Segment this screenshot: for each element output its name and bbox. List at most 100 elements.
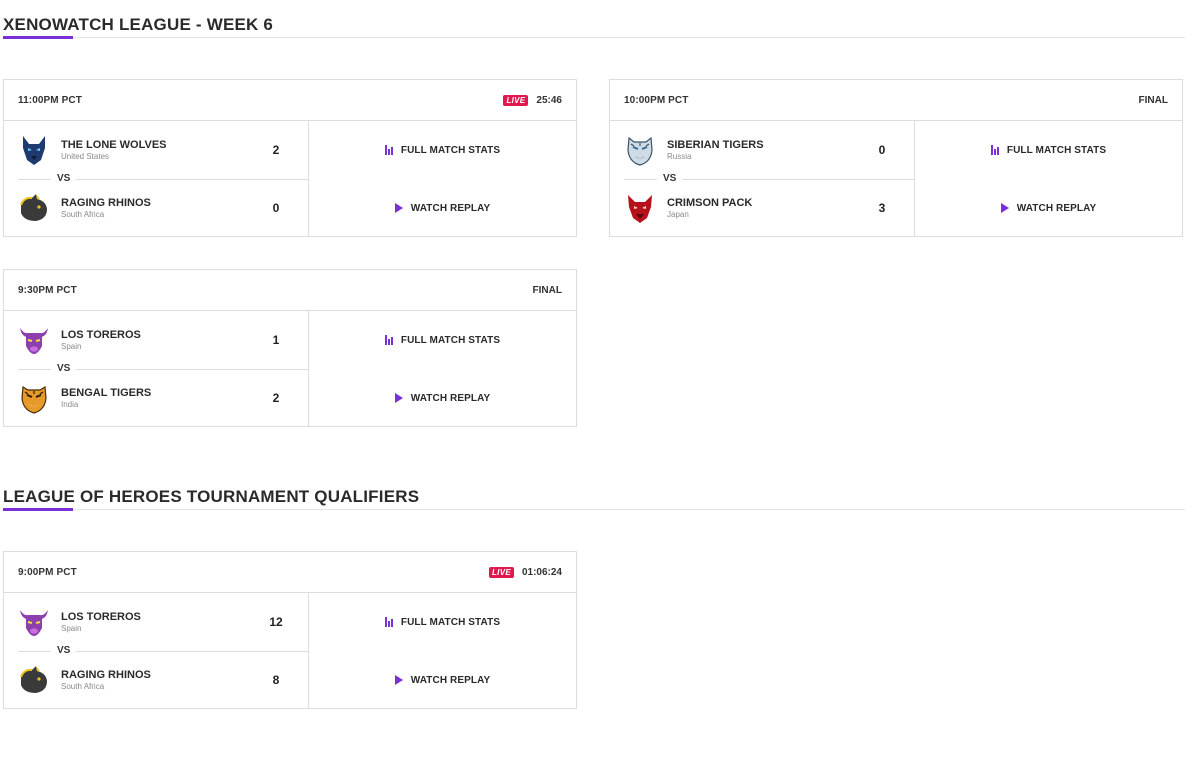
- match-status: LIVE 25:46: [503, 94, 562, 106]
- team-score: 1: [272, 333, 280, 347]
- team-country: Spain: [61, 341, 82, 351]
- match-card: 11:00PM PCT LIVE 25:46 THE LONE WOLVES U…: [3, 79, 577, 237]
- team-name: RAGING RHINOS: [61, 668, 151, 681]
- match-card: 10:00PM PCT FINAL SIBERIAN TIGERS Russia…: [609, 79, 1183, 237]
- match-status: FINAL: [1139, 95, 1168, 106]
- section-title: XENOWATCH LEAGUE - WEEK 6: [3, 15, 274, 34]
- team-country: Spain: [61, 623, 82, 633]
- match-actions: FULL MATCH STATS WATCH REPLAY: [309, 593, 576, 709]
- bar-chart-icon: [384, 617, 393, 627]
- team-name: BENGAL TIGERS: [61, 386, 152, 399]
- section-title: LEAGUE OF HEROES TOURNAMENT QUALIFIERS: [3, 487, 420, 506]
- bull-icon: [18, 606, 50, 638]
- full-match-stats-label: FULL MATCH STATS: [400, 144, 501, 156]
- team-row[interactable]: RAGING RHINOS South Africa 8: [4, 651, 308, 709]
- team-row[interactable]: THE LONE WOLVES United States 2: [4, 121, 308, 179]
- play-icon: [394, 675, 403, 685]
- team-country: South Africa: [61, 681, 105, 691]
- match-status: LIVE 01:06:24: [488, 566, 562, 578]
- play-icon: [394, 393, 403, 403]
- team-name: CRIMSON PACK: [667, 196, 753, 209]
- section-divider: [3, 36, 1185, 39]
- team-row[interactable]: LOS TOREROS Spain 1: [4, 311, 308, 369]
- team-name: LOS TOREROS: [61, 610, 141, 623]
- wolf-icon: [18, 134, 50, 166]
- teams-panel: LOS TOREROS Spain 12 VS RAGING RHINOS So…: [4, 593, 309, 709]
- match-time: 9:30PM PCT: [18, 284, 77, 296]
- match-status-text: FINAL: [532, 284, 562, 296]
- bar-chart-icon: [990, 145, 999, 155]
- match-actions: FULL MATCH STATS WATCH REPLAY: [915, 121, 1182, 237]
- team-country: Russia: [667, 151, 692, 161]
- watch-replay-label: WATCH REPLAY: [410, 674, 491, 686]
- team-name: RAGING RHINOS: [61, 196, 151, 209]
- team-score: 2: [272, 143, 280, 157]
- full-match-stats-button[interactable]: FULL MATCH STATS: [309, 311, 576, 369]
- tiger-icon: [18, 382, 50, 414]
- team-name: THE LONE WOLVES: [61, 138, 167, 151]
- teams-panel: THE LONE WOLVES United States 2 VS RAGIN…: [4, 121, 309, 237]
- teams-panel: LOS TOREROS Spain 1 VS BENGAL TIGERS Ind…: [4, 311, 309, 427]
- watch-replay-button[interactable]: WATCH REPLAY: [309, 651, 576, 709]
- red-wolf-icon: [624, 192, 656, 224]
- match-card: 9:00PM PCT LIVE 01:06:24 LOS TOREROS Spa…: [3, 551, 577, 709]
- match-time: 11:00PM PCT: [18, 94, 82, 106]
- full-match-stats-label: FULL MATCH STATS: [400, 616, 501, 628]
- team-country: Japan: [667, 209, 689, 219]
- team-score: 0: [272, 201, 280, 215]
- full-match-stats-button[interactable]: FULL MATCH STATS: [309, 593, 576, 651]
- live-badge: LIVE: [503, 94, 529, 106]
- team-score: 12: [269, 615, 283, 629]
- match-time: 9:00PM PCT: [18, 566, 77, 578]
- bar-chart-icon: [384, 145, 393, 155]
- team-row[interactable]: RAGING RHINOS South Africa 0: [4, 179, 308, 237]
- match-header: 9:30PM PCT FINAL: [4, 270, 576, 311]
- match-actions: FULL MATCH STATS WATCH REPLAY: [309, 311, 576, 427]
- bar-chart-icon: [384, 335, 393, 345]
- rhino-icon: [18, 664, 50, 696]
- match-header: 11:00PM PCT LIVE 25:46: [4, 80, 576, 121]
- team-score: 2: [272, 391, 280, 405]
- match-time: 10:00PM PCT: [624, 94, 689, 106]
- play-icon: [394, 203, 403, 213]
- team-country: United States: [61, 151, 110, 161]
- watch-replay-label: WATCH REPLAY: [410, 392, 491, 404]
- watch-replay-button[interactable]: WATCH REPLAY: [309, 369, 576, 427]
- play-icon: [1000, 203, 1009, 213]
- team-row[interactable]: CRIMSON PACK Japan 3: [610, 179, 914, 237]
- match-status-text: 01:06:24: [521, 566, 562, 578]
- section-divider: [3, 508, 1185, 511]
- rhino-icon: [18, 192, 50, 224]
- watch-replay-button[interactable]: WATCH REPLAY: [309, 179, 576, 237]
- match-actions: FULL MATCH STATS WATCH REPLAY: [309, 121, 576, 237]
- team-score: 8: [272, 673, 280, 687]
- team-score: 3: [878, 201, 886, 215]
- full-match-stats-button[interactable]: FULL MATCH STATS: [309, 121, 576, 179]
- live-badge: LIVE: [488, 566, 514, 578]
- full-match-stats-button[interactable]: FULL MATCH STATS: [915, 121, 1182, 179]
- team-row[interactable]: SIBERIAN TIGERS Russia 0: [610, 121, 914, 179]
- team-row[interactable]: LOS TOREROS Spain 12: [4, 593, 308, 651]
- match-header: 9:00PM PCT LIVE 01:06:24: [4, 552, 576, 593]
- team-country: South Africa: [61, 209, 105, 219]
- full-match-stats-label: FULL MATCH STATS: [400, 334, 501, 346]
- team-country: India: [61, 399, 79, 409]
- bull-icon: [18, 324, 50, 356]
- match-status-text: FINAL: [1138, 94, 1168, 106]
- match-card: 9:30PM PCT FINAL LOS TOREROS Spain 1 VS: [3, 269, 577, 427]
- watch-replay-label: WATCH REPLAY: [410, 202, 491, 214]
- white-tiger-icon: [624, 134, 656, 166]
- watch-replay-label: WATCH REPLAY: [1016, 202, 1097, 214]
- teams-panel: SIBERIAN TIGERS Russia 0 VS CRIMSON PACK…: [610, 121, 915, 237]
- match-status: FINAL: [533, 285, 562, 296]
- match-header: 10:00PM PCT FINAL: [610, 80, 1182, 121]
- team-name: SIBERIAN TIGERS: [667, 138, 764, 151]
- team-score: 0: [878, 143, 886, 157]
- full-match-stats-label: FULL MATCH STATS: [1006, 144, 1107, 156]
- match-status-text: 25:46: [536, 94, 562, 106]
- team-name: LOS TOREROS: [61, 328, 141, 341]
- team-row[interactable]: BENGAL TIGERS India 2: [4, 369, 308, 427]
- section-league-of-heroes: LEAGUE OF HEROES TOURNAMENT QUALIFIERS: [3, 472, 1185, 511]
- watch-replay-button[interactable]: WATCH REPLAY: [915, 179, 1182, 237]
- section-xenowatch: XENOWATCH LEAGUE - WEEK 6: [3, 0, 1185, 39]
